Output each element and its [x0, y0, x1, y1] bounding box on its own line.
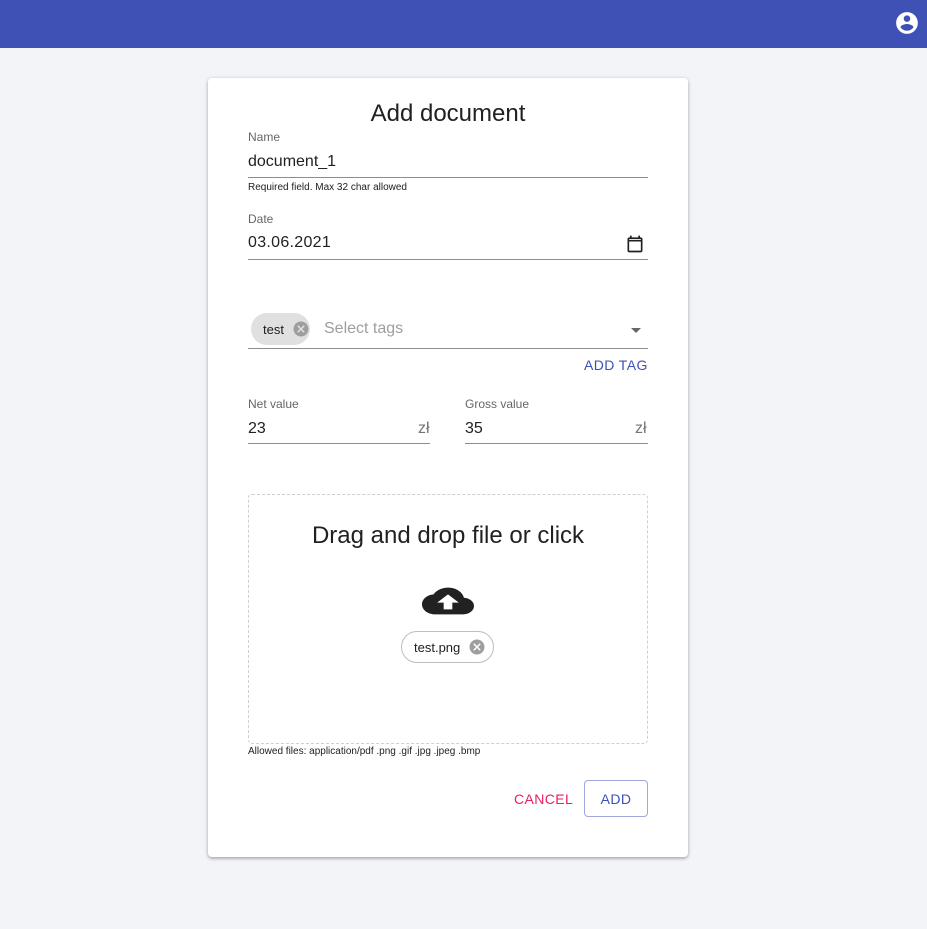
net-value-input[interactable]: 23: [248, 420, 266, 438]
chip-remove-icon[interactable]: [292, 320, 310, 338]
file-remove-icon[interactable]: [468, 638, 486, 656]
add-button[interactable]: ADD: [584, 780, 648, 817]
cloud-upload-icon: [422, 587, 474, 615]
uploaded-file-chip[interactable]: test.png: [401, 631, 495, 663]
tags-underline: [248, 348, 648, 349]
calendar-icon[interactable]: [625, 234, 645, 254]
gross-underline: [465, 443, 648, 444]
gross-value-label: Gross value: [465, 397, 530, 411]
gross-value-input[interactable]: 35: [465, 420, 483, 438]
add-document-dialog: Add document Name document_1 Required fi…: [208, 78, 688, 857]
file-name: test.png: [414, 639, 461, 655]
allowed-files-text: Allowed files: application/pdf .png .gif…: [248, 746, 481, 757]
add-tag-button[interactable]: ADD TAG: [584, 357, 648, 373]
tag-chip[interactable]: test: [251, 313, 310, 345]
net-value-label: Net value: [248, 397, 299, 411]
dialog-title: Add document: [370, 100, 526, 127]
tags-select-input[interactable]: Select tags: [324, 320, 403, 338]
date-underline: [248, 259, 648, 260]
net-currency: zł: [418, 420, 430, 437]
cancel-button[interactable]: CANCEL: [514, 791, 573, 807]
name-helper-text: Required field. Max 32 char allowed: [248, 182, 407, 193]
gross-currency: zł: [635, 420, 647, 437]
net-underline: [248, 443, 430, 444]
dropdown-arrow-icon[interactable]: [631, 328, 641, 333]
name-underline: [248, 177, 648, 178]
file-dropzone[interactable]: Drag and drop file or click test.png: [248, 494, 648, 744]
app-bar: [0, 0, 927, 48]
date-label: Date: [248, 212, 274, 226]
name-input[interactable]: document_1: [248, 153, 336, 171]
date-input[interactable]: 03.06.2021: [248, 234, 331, 252]
tag-chip-label: test: [263, 321, 284, 337]
name-label: Name: [248, 130, 281, 144]
account-circle-icon[interactable]: [894, 10, 920, 36]
dropzone-title: Drag and drop file or click: [311, 522, 585, 549]
